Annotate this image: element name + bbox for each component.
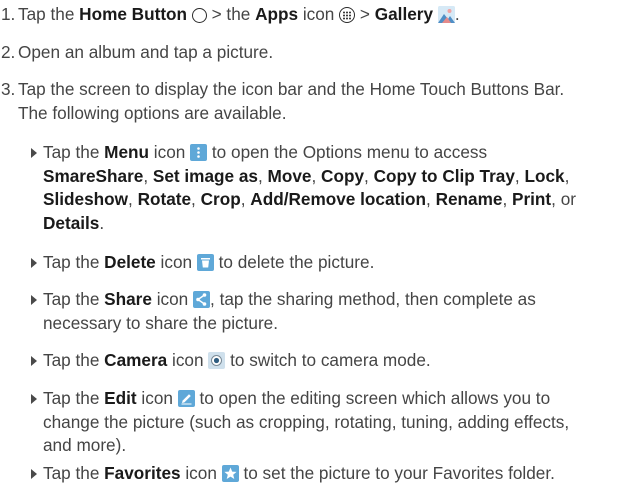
- share-label: Share: [104, 289, 152, 309]
- bullet-arrow-icon: [31, 469, 37, 479]
- delete-label: Delete: [104, 252, 156, 272]
- camera-icon: [208, 352, 226, 369]
- bullet-edit: Tap the Edit icon to open the editing sc…: [0, 387, 626, 458]
- step-text: Tap the Home Button > the Apps icon > Ga…: [18, 4, 460, 24]
- bullet-arrow-icon: [31, 356, 37, 366]
- bullet-menu: Tap the Menu icon to open the Options me…: [0, 141, 626, 235]
- step-number: 1.: [1, 4, 16, 24]
- step-text: Tap the screen to display the icon bar a…: [18, 79, 565, 123]
- bullet-favorites: Tap the Favorites icon to set the pictur…: [0, 462, 626, 486]
- step-1: 1. Tap the Home Button > the Apps icon >…: [0, 3, 626, 27]
- pencil-icon: [177, 390, 195, 407]
- gallery-label: Gallery: [374, 4, 434, 24]
- star-icon: [221, 465, 239, 482]
- gallery-icon: [437, 6, 455, 23]
- share-icon: [193, 291, 211, 308]
- step-number: 3.: [1, 79, 16, 99]
- home-button-circle-icon: [191, 8, 207, 23]
- gallery-instructions: 1. Tap the Home Button > the Apps icon >…: [0, 0, 628, 491]
- bullet-arrow-icon: [31, 295, 37, 305]
- favorites-label: Favorites: [104, 463, 181, 483]
- edit-label: Edit: [104, 388, 137, 408]
- menu-icon: [190, 144, 208, 161]
- bullet-arrow-icon: [31, 258, 37, 268]
- step-text: Open an album and tap a picture.: [18, 42, 274, 62]
- home-button-label: Home Button: [79, 4, 188, 24]
- bullet-arrow-icon: [31, 394, 37, 404]
- bullet-delete: Tap the Delete icon to delete the pictur…: [0, 251, 626, 275]
- apps-label: Apps: [255, 4, 299, 24]
- camera-label: Camera: [104, 350, 168, 370]
- apps-grid-icon: [339, 7, 356, 23]
- step-3: 3. Tap the screen to display the icon ba…: [0, 78, 626, 125]
- step-number: 2.: [1, 42, 16, 62]
- trash-icon: [196, 254, 214, 271]
- bullet-camera: Tap the Camera icon to switch to camera …: [0, 349, 626, 373]
- menu-label: Menu: [104, 142, 150, 162]
- step-2: 2. Open an album and tap a picture.: [0, 41, 626, 65]
- bullet-arrow-icon: [31, 148, 37, 158]
- bullet-share: Tap the Share icon , tap the sharing met…: [0, 288, 626, 335]
